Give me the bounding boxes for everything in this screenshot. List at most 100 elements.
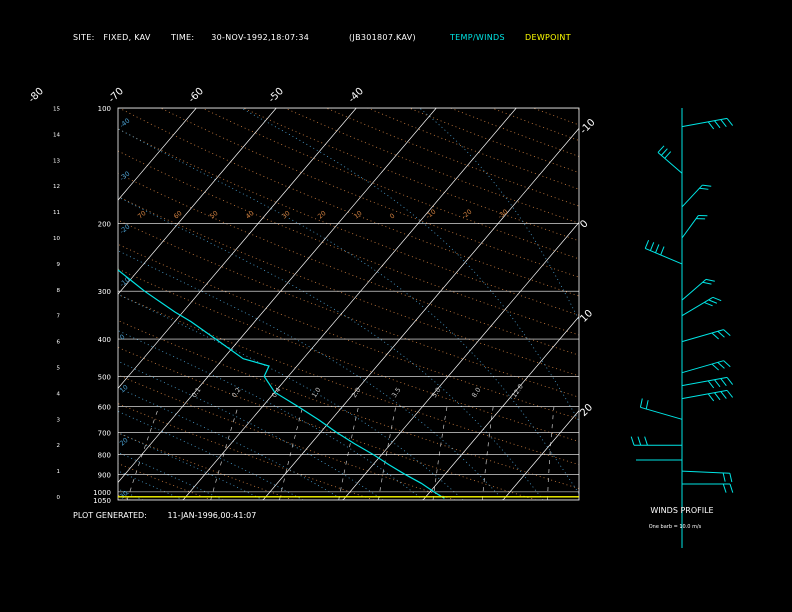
pressure-tick-label: 1000	[93, 489, 111, 497]
dry-adiabat-label: 0	[388, 212, 396, 221]
height-tick-label: 5	[57, 366, 61, 372]
wind-barb-flag	[720, 378, 727, 386]
dry-adiabat-line	[0, 108, 49, 500]
mixing-ratio-label: 2.0	[350, 386, 362, 399]
moist-adiabat-line	[0, 108, 103, 500]
mixing-ratio-line	[547, 406, 555, 500]
wind-barb-shaft	[681, 376, 728, 387]
right-temp-tick-label: 20	[578, 402, 595, 419]
moist-adiabat-line	[118, 432, 264, 500]
moist-adiabat-label: -10	[118, 276, 131, 289]
wind-barb-flag	[707, 393, 715, 402]
top-temp-tick-label: -50	[267, 86, 286, 105]
height-tick-label: 14	[53, 132, 60, 138]
moist-adiabat-line	[118, 410, 304, 500]
wind-barb-shaft	[681, 215, 699, 239]
dry-adiabat-label: 40	[244, 209, 255, 220]
mixing-ratio-line	[279, 406, 304, 500]
wind-barb-flag	[714, 120, 721, 129]
moist-adiabat-label: -20	[118, 223, 131, 236]
isotherm-line	[342, 221, 579, 500]
top-temp-tick-label: -80	[27, 86, 46, 105]
plot-generated: PLOT GENERATED: 11-JAN-1996,00:41:07	[73, 511, 256, 520]
wind-barb-flag	[660, 246, 665, 256]
mixing-ratio-label: 0.2	[230, 386, 242, 399]
pressure-tick-label: 900	[98, 471, 111, 479]
mixing-ratio-line	[338, 406, 359, 500]
dry-adiabat-label: -20	[460, 208, 473, 221]
wind-barb-flag	[722, 472, 726, 482]
wind-barb-flag	[707, 380, 715, 389]
dry-adiabat-line	[118, 403, 374, 500]
height-tick-label: 4	[57, 391, 61, 397]
height-tick-label: 13	[53, 158, 60, 164]
moist-adiabat-label: 30	[118, 489, 129, 500]
wind-barb-flag	[660, 148, 668, 156]
mixing-ratio-label: 5.0	[430, 386, 442, 399]
mixing-ratio-line	[14, 407, 52, 500]
height-tick-label: 7	[57, 314, 61, 320]
height-tick-label: 9	[57, 262, 61, 268]
moist-adiabat-line	[0, 108, 63, 500]
wind-barb-flag	[711, 363, 719, 371]
dry-adiabat-line	[201, 108, 579, 260]
moist-adiabat-label: -30	[118, 170, 131, 183]
pressure-tick-label: 600	[98, 404, 111, 412]
wind-barb-shaft	[681, 117, 728, 128]
height-tick-label: 8	[57, 288, 61, 294]
wind-barb-shaft	[681, 184, 703, 208]
top-temp-tick-label: -60	[187, 86, 206, 105]
pressure-tick-label: 1050	[93, 497, 111, 505]
pressure-tick-label: 300	[98, 288, 111, 296]
moist-adiabat-label: -40	[118, 117, 131, 130]
isotherm-line	[118, 108, 437, 483]
moist-adiabat-line	[118, 250, 504, 500]
wind-barb-flag	[714, 392, 721, 401]
dry-adiabat-line	[118, 293, 579, 466]
top-temp-tick-label: -70	[107, 86, 126, 105]
height-tick-label: 6	[57, 340, 61, 346]
wind-barb-flag	[712, 296, 722, 302]
wind-barb-flag	[699, 187, 709, 190]
isotherm-line	[118, 108, 277, 295]
dry-adiabat-line	[367, 108, 579, 190]
moist-adiabat-line	[240, 108, 579, 422]
wind-barb-flag	[720, 119, 727, 127]
isotherm-line	[583, 108, 792, 500]
mixing-ratio-label: 1.0	[310, 386, 322, 399]
height-tick-label: 12	[53, 184, 60, 190]
winds-barb-note: One barb = 10.0 m/s	[649, 524, 702, 530]
wind-barb-flag	[704, 301, 713, 307]
isotherm-line	[262, 127, 579, 500]
pressure-tick-label: 100	[98, 105, 111, 113]
dry-adiabat-line	[243, 108, 579, 242]
dry-adiabat-line	[325, 108, 579, 207]
moist-adiabat-line	[118, 470, 184, 500]
dry-adiabat-line	[118, 128, 579, 316]
wind-barb-shaft	[681, 360, 724, 374]
top-temp-tick-label: -40	[347, 86, 366, 105]
wind-barb-flag	[726, 118, 734, 126]
height-tick-label: 2	[57, 443, 61, 449]
dry-adiabat-line	[574, 108, 579, 111]
wind-barb-flag	[702, 281, 712, 285]
height-tick-label: 11	[53, 210, 60, 216]
dry-adiabat-line	[450, 108, 579, 157]
pressure-tick-label: 700	[98, 429, 111, 437]
mixing-ratio-label: 12.0	[510, 383, 525, 399]
moist-adiabat-line	[118, 387, 344, 500]
dry-adiabat-line	[532, 108, 579, 126]
wind-barb-flag	[714, 379, 721, 388]
wind-barb-flag	[723, 360, 731, 368]
moist-adiabat-line	[118, 293, 464, 500]
dry-adiabat-label: 70	[136, 209, 147, 220]
winds-profile-title: WINDS PROFILE	[650, 506, 713, 515]
dry-adiabat-label: 30	[280, 209, 291, 220]
dry-adiabat-line	[118, 108, 579, 297]
wind-barb-flag	[707, 121, 715, 130]
temperature-profile-line	[118, 269, 445, 499]
wind-barb-flag	[639, 398, 643, 408]
mixing-ratio-label: 8.0	[470, 386, 482, 399]
dry-adiabat-label: 10	[352, 209, 363, 220]
isotherm-line	[422, 316, 579, 500]
